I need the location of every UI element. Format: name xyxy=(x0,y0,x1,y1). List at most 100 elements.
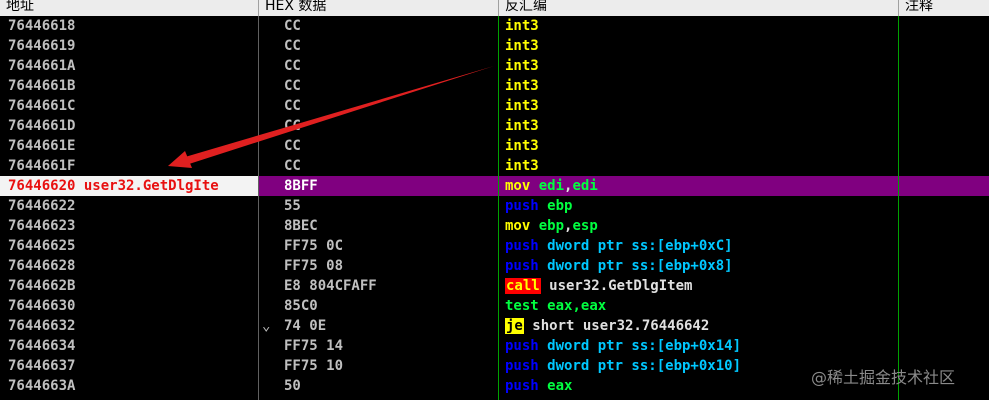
address-cell[interactable]: 76446637 xyxy=(8,356,258,376)
address-cell[interactable]: 76446618 xyxy=(8,16,258,36)
operand: dword ptr ss:[ebp+0x10] xyxy=(538,358,742,374)
disasm-cell[interactable]: push dword ptr ss:[ebp+0xC] xyxy=(505,236,895,256)
disasm-cell[interactable]: int3 xyxy=(505,136,895,156)
address-cell[interactable]: 7644661F xyxy=(8,156,258,176)
hex-cell[interactable]: 74 0E xyxy=(284,316,494,336)
operand: dword ptr ss:[ebp+0xC] xyxy=(538,238,733,254)
hex-cell[interactable]: 85C0 xyxy=(284,296,494,316)
column-disasm[interactable]: 反汇编 xyxy=(499,0,899,16)
mnemonic: push xyxy=(505,198,539,214)
disasm-cell[interactable]: int3 xyxy=(505,156,895,176)
operand xyxy=(539,378,547,394)
mnemonic: push xyxy=(505,258,539,274)
table-row[interactable]: 76446625 FF75 0C push dword ptr ss:[ebp+0x… xyxy=(0,236,989,256)
operand xyxy=(539,198,547,214)
hex-cell[interactable]: CC xyxy=(284,116,494,136)
column-divider xyxy=(258,16,259,400)
disasm-cell[interactable]: je short user32.76446642 xyxy=(505,316,895,336)
disasm-cell[interactable]: int3 xyxy=(505,76,895,96)
table-row[interactable]: 76446630 85C0 test eax,eax xyxy=(0,296,989,316)
address-cell[interactable]: 7644661C xyxy=(8,96,258,116)
mnemonic: call xyxy=(505,278,541,294)
jump-marker-icon: ⌄ xyxy=(262,318,271,334)
address-cell[interactable]: 76446630 xyxy=(8,296,258,316)
column-hex[interactable]: HEX 数据 xyxy=(259,0,499,16)
mnemonic: int3 xyxy=(505,98,539,114)
column-header: 地址 HEX 数据 反汇编 注释 xyxy=(0,0,989,16)
disasm-cell[interactable]: test eax,eax xyxy=(505,296,895,316)
mnemonic: int3 xyxy=(505,158,539,174)
disasm-cell[interactable]: push dword ptr ss:[ebp+0x14] xyxy=(505,336,895,356)
table-row[interactable]: 76446628 FF75 08 push dword ptr ss:[ebp+0x… xyxy=(0,256,989,276)
hex-cell[interactable]: FF75 14 xyxy=(284,336,494,356)
address-cell[interactable]: 7644661A xyxy=(8,56,258,76)
address-cell[interactable]: 7644661D xyxy=(8,116,258,136)
hex-cell[interactable]: FF75 10 xyxy=(284,356,494,376)
disasm-cell[interactable]: int3 xyxy=(505,116,895,136)
column-comment[interactable]: 注释 xyxy=(899,0,989,16)
mnemonic: je xyxy=(505,318,524,334)
hex-cell[interactable]: E8 804CFAFF xyxy=(284,276,494,296)
table-row[interactable]: 7644661E CC int3 xyxy=(0,136,989,156)
disasm-cell[interactable]: push dword ptr ss:[ebp+0x8] xyxy=(505,256,895,276)
mnemonic: int3 xyxy=(505,38,539,54)
table-row[interactable]: 76446622 55 push ebp xyxy=(0,196,989,216)
hex-cell[interactable]: CC xyxy=(284,76,494,96)
disasm-cell[interactable]: int3 xyxy=(505,36,895,56)
address-cell[interactable]: 7644661E xyxy=(8,136,258,156)
address-cell[interactable]: 76446619 xyxy=(8,36,258,56)
hex-cell[interactable]: CC xyxy=(284,56,494,76)
table-row[interactable]: 76446623 8BEC mov ebp,esp xyxy=(0,216,989,236)
hex-cell[interactable]: CC xyxy=(284,156,494,176)
hex-cell[interactable]: CC xyxy=(284,136,494,156)
hex-cell[interactable]: 8BFF xyxy=(284,176,494,196)
mnemonic: int3 xyxy=(505,18,539,34)
operand: esp xyxy=(572,218,598,234)
disassembly-list[interactable]: 76446618 CC int3 76446619 CC int3 7644661A CC in… xyxy=(0,16,989,400)
table-row[interactable]: 76446632 ⌄ 74 0E je short user32.76446642 xyxy=(0,316,989,336)
disasm-cell[interactable]: mov ebp,esp xyxy=(505,216,895,236)
table-row-selected[interactable]: 76446620 user32.GetDlgIte 8BFF mov edi,edi xyxy=(0,176,989,196)
disasm-cell[interactable]: push ebp xyxy=(505,196,895,216)
address-cell[interactable]: 76446623 xyxy=(8,216,258,236)
table-row[interactable]: 7644661F CC int3 xyxy=(0,156,989,176)
address-cell[interactable]: 76446634 xyxy=(8,336,258,356)
hex-cell[interactable]: FF75 0C xyxy=(284,236,494,256)
address-cell[interactable]: 7644662B xyxy=(8,276,258,296)
disasm-cell[interactable]: call user32.GetDlgItem xyxy=(505,276,895,296)
table-row[interactable]: 7644661A CC int3 xyxy=(0,56,989,76)
disasm-cell[interactable]: int3 xyxy=(505,96,895,116)
operand: ebp xyxy=(547,198,573,214)
hex-cell[interactable]: 55 xyxy=(284,196,494,216)
address-cell[interactable]: 76446625 xyxy=(8,236,258,256)
hex-cell[interactable]: 8BEC xyxy=(284,216,494,236)
table-row[interactable]: 7644661B CC int3 xyxy=(0,76,989,96)
hex-cell[interactable]: CC xyxy=(284,36,494,56)
disasm-cell[interactable]: int3 xyxy=(505,56,895,76)
disasm-cell[interactable]: mov edi,edi xyxy=(505,176,895,196)
mnemonic: int3 xyxy=(505,78,539,94)
hex-cell[interactable]: CC xyxy=(284,16,494,36)
table-row[interactable]: 7644661C CC int3 xyxy=(0,96,989,116)
address-cell[interactable]: 76446620 user32.GetDlgIte xyxy=(8,176,258,196)
address-cell[interactable]: 76446632 xyxy=(8,316,258,336)
table-row[interactable]: 76446619 CC int3 xyxy=(0,36,989,56)
table-row[interactable]: 76446634 FF75 14 push dword ptr ss:[ebp+0x… xyxy=(0,336,989,356)
mnemonic: int3 xyxy=(505,58,539,74)
mnemonic: push xyxy=(505,378,539,394)
address-cell[interactable]: 7644663A xyxy=(8,376,258,396)
mnemonic: mov xyxy=(505,218,531,234)
disasm-cell[interactable]: int3 xyxy=(505,16,895,36)
address-cell[interactable]: 76446628 xyxy=(8,256,258,276)
table-row[interactable]: 7644661D CC int3 xyxy=(0,116,989,136)
operand: dword ptr ss:[ebp+0x14] xyxy=(538,338,742,354)
table-row[interactable]: 76446618 CC int3 xyxy=(0,16,989,36)
column-address[interactable]: 地址 xyxy=(0,0,259,16)
hex-cell[interactable]: 50 xyxy=(284,376,494,396)
operand: , xyxy=(572,298,581,314)
address-cell[interactable]: 7644661B xyxy=(8,76,258,96)
hex-cell[interactable]: CC xyxy=(284,96,494,116)
table-row[interactable]: 7644662B E8 804CFAFF call user32.GetDlgIte… xyxy=(0,276,989,296)
address-cell[interactable]: 76446622 xyxy=(8,196,258,216)
hex-cell[interactable]: FF75 08 xyxy=(284,256,494,276)
